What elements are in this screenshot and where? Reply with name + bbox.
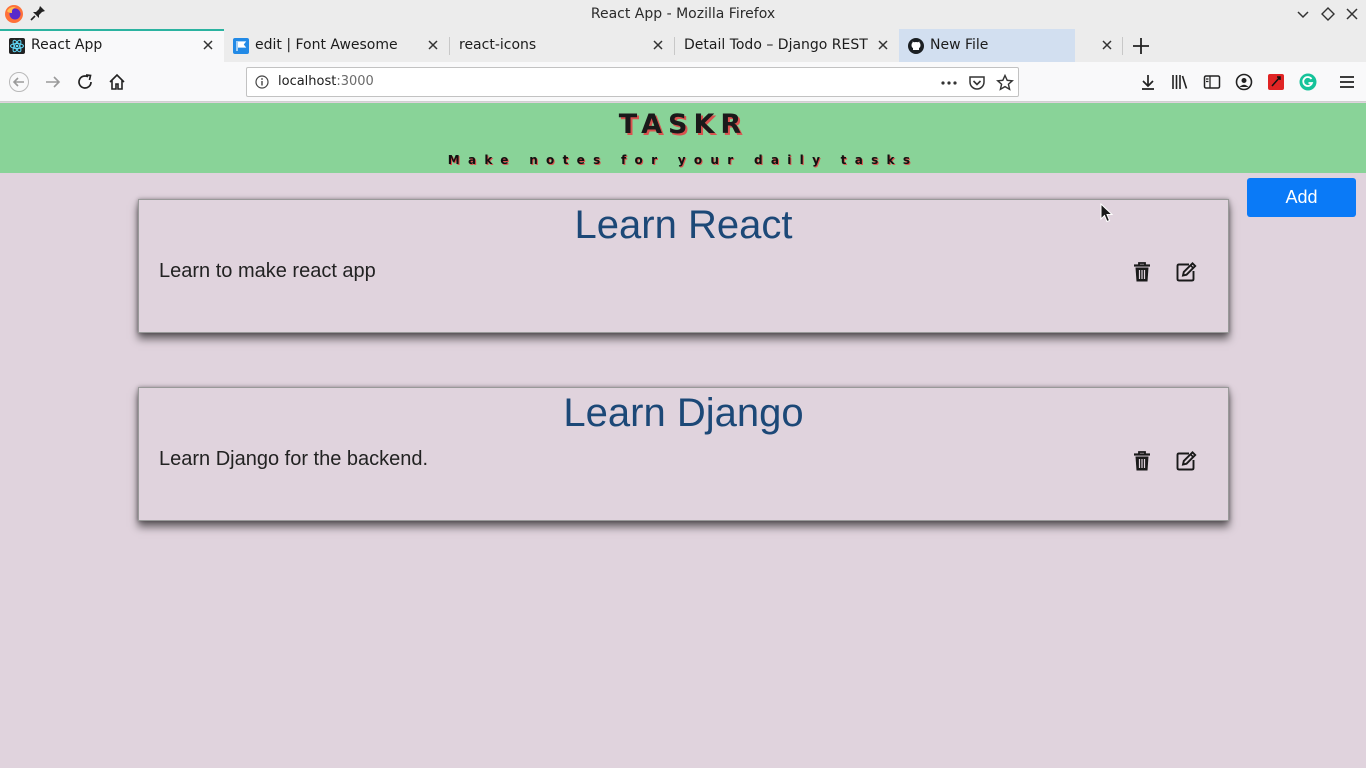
close-tab-icon[interactable] (425, 37, 441, 53)
app-title: TASKR (618, 109, 748, 140)
edit-icon[interactable] (1175, 261, 1197, 283)
navigation-toolbar: localhost:3000 (0, 62, 1366, 102)
tab-label: New File (930, 37, 989, 53)
tab-separator (1122, 37, 1123, 55)
tab-strip: React App edit | Font Awesome react-icon… (0, 29, 1366, 62)
todo-card: Learn React Learn to make react app (138, 199, 1229, 333)
todo-description: Learn to make react app (159, 260, 376, 282)
info-icon[interactable] (255, 75, 269, 89)
extension-red-icon[interactable] (1266, 72, 1286, 92)
home-icon[interactable] (107, 72, 127, 92)
app-header: TASKR Make notes for your daily tasks (0, 103, 1366, 173)
close-tab-icon[interactable] (875, 37, 891, 53)
tab-react-app[interactable]: React App (0, 29, 224, 62)
github-icon (908, 38, 924, 54)
todo-title: Learn Django (563, 391, 804, 435)
bookmark-star-icon[interactable] (996, 74, 1014, 92)
menu-hamburger-icon[interactable] (1337, 72, 1357, 92)
tab-label: react-icons (459, 37, 537, 53)
downloads-icon[interactable] (1138, 72, 1158, 92)
library-icon[interactable] (1170, 72, 1190, 92)
mouse-cursor-icon (1100, 203, 1114, 223)
todo-card: Learn Django Learn Django for the backen… (138, 387, 1229, 521)
pocket-icon[interactable] (968, 74, 986, 92)
maximize-icon[interactable] (1320, 6, 1336, 22)
app-subtitle: Make notes for your daily tasks (447, 153, 919, 167)
react-icon (9, 38, 25, 54)
close-window-icon[interactable] (1344, 6, 1360, 22)
new-tab-plus-icon[interactable] (1131, 36, 1151, 56)
sidebar-icon[interactable] (1202, 72, 1222, 92)
trash-icon[interactable] (1131, 261, 1153, 283)
add-task-button[interactable]: Add (1247, 178, 1356, 217)
tab-label: Detail Todo – Django REST fram (684, 37, 870, 53)
window-title: React App - Mozilla Firefox (590, 6, 776, 22)
page-actions-icon[interactable] (940, 74, 958, 92)
trash-icon[interactable] (1131, 450, 1153, 472)
grammarly-icon[interactable] (1298, 72, 1318, 92)
tab-label: edit | Font Awesome (255, 37, 398, 53)
close-tab-icon[interactable] (200, 37, 216, 53)
font-awesome-flag-icon (233, 38, 249, 54)
close-tab-icon[interactable] (1099, 37, 1115, 53)
url-bar[interactable]: localhost:3000 (246, 67, 1019, 97)
tab-font-awesome[interactable]: edit | Font Awesome (224, 29, 449, 62)
url-text[interactable]: localhost:3000 (278, 74, 374, 89)
tab-label: React App (31, 37, 103, 53)
account-icon[interactable] (1234, 72, 1254, 92)
todo-description: Learn Django for the backend. (159, 448, 429, 470)
close-tab-icon[interactable] (650, 37, 666, 53)
reload-icon[interactable] (75, 72, 95, 92)
tab-detail-todo[interactable]: Detail Todo – Django REST fram (674, 29, 899, 62)
back-icon[interactable] (9, 72, 29, 92)
tab-react-icons[interactable]: react-icons (449, 29, 674, 62)
window-titlebar: React App - Mozilla Firefox (0, 0, 1366, 29)
edit-icon[interactable] (1175, 450, 1197, 472)
minimize-icon[interactable] (1295, 6, 1311, 22)
forward-icon[interactable] (43, 72, 63, 92)
todo-title: Learn React (574, 203, 793, 247)
tab-new-file[interactable]: New File (899, 29, 1075, 62)
